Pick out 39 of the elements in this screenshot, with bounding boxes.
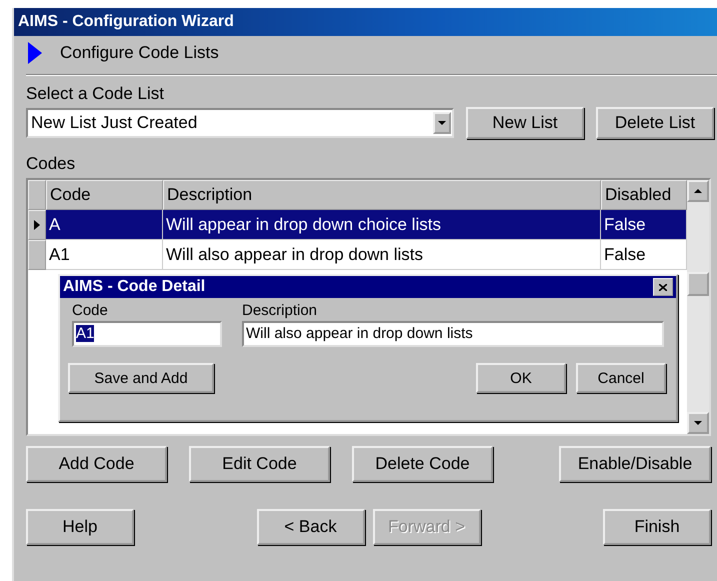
- column-header[interactable]: Description: [163, 180, 601, 210]
- dialog-title: AIMS - Code Detail: [63, 278, 206, 296]
- scroll-up-icon[interactable]: [687, 180, 709, 202]
- triangle-icon: [28, 42, 42, 64]
- window-title: AIMS - Configuration Wizard: [14, 8, 717, 36]
- description-input[interactable]: Will also appear in drop down lists: [242, 321, 664, 347]
- code-button[interactable]: Edit Code: [189, 446, 330, 482]
- table-cell: Will appear in drop down choice lists: [163, 210, 601, 240]
- scroll-thumb[interactable]: [687, 272, 709, 296]
- list-button[interactable]: New List: [466, 107, 584, 139]
- section-label: Codes: [26, 154, 76, 175]
- code-button[interactable]: Add Code: [26, 446, 167, 482]
- step-title: Configure Code Lists: [60, 43, 219, 63]
- nav-button[interactable]: < Back: [256, 509, 364, 545]
- list-button[interactable]: Delete List: [596, 107, 714, 139]
- row-selector[interactable]: [28, 210, 46, 240]
- table-cell: A: [46, 210, 163, 240]
- column-header[interactable]: Disabled: [601, 180, 687, 210]
- field-label: Select a Code List: [26, 84, 165, 105]
- dialog-button[interactable]: OK: [476, 363, 566, 393]
- code-button[interactable]: Enable/Disable: [559, 446, 711, 482]
- nav-button[interactable]: Help: [26, 509, 134, 545]
- field-label: Code: [72, 302, 109, 321]
- column-header[interactable]: Code: [46, 180, 163, 210]
- dialog-button[interactable]: Save and Add: [68, 363, 214, 393]
- table-cell: Will also appear in drop down lists: [163, 240, 601, 270]
- table-cell: False: [601, 210, 687, 240]
- dialog-button[interactable]: Cancel: [576, 363, 666, 393]
- scroll-down-icon[interactable]: [687, 412, 709, 434]
- table-cell: A1: [46, 240, 163, 270]
- header-corner: [28, 180, 46, 210]
- nav-button[interactable]: Finish: [603, 509, 711, 545]
- close-icon[interactable]: [653, 278, 673, 296]
- vertical-scrollbar[interactable]: [687, 180, 709, 434]
- code-button[interactable]: Delete Code: [352, 446, 493, 482]
- field-label: Description: [242, 302, 318, 321]
- row-pointer-icon: [34, 220, 40, 230]
- code-input[interactable]: A1: [72, 321, 222, 347]
- code-list-dropdown[interactable]: New List Just Created: [26, 108, 454, 138]
